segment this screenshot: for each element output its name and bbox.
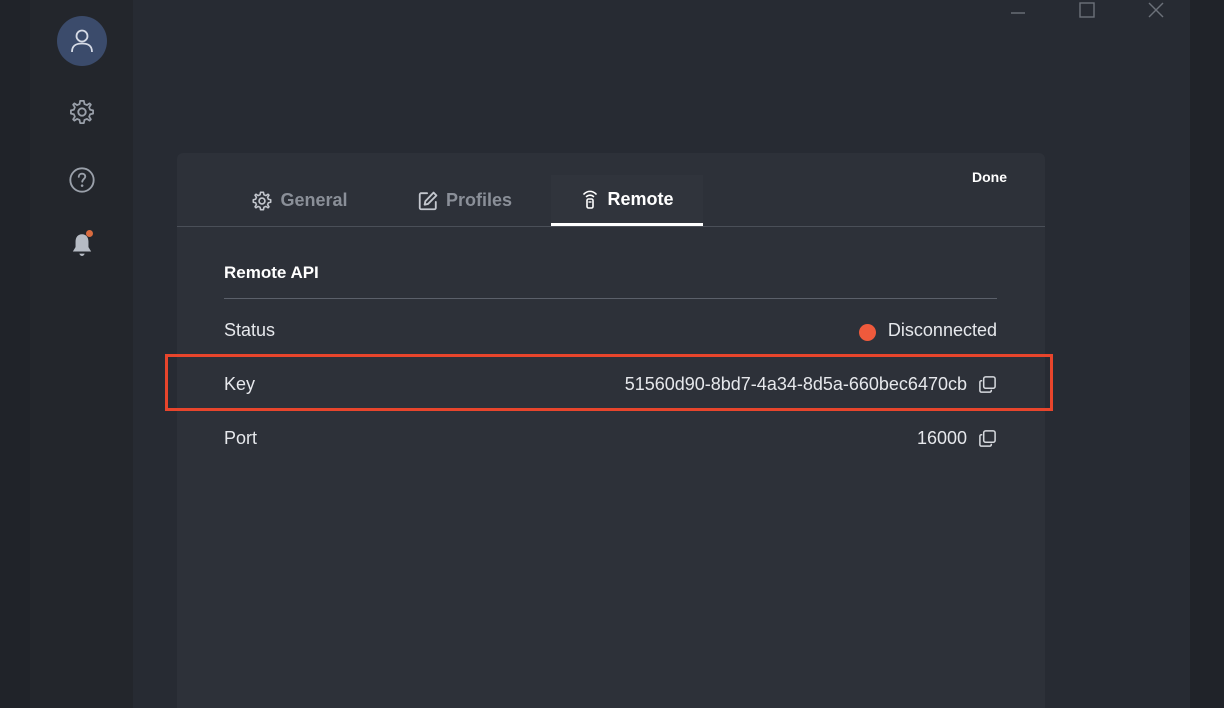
gear-icon <box>252 191 272 210</box>
maximize-icon <box>1079 2 1095 18</box>
status-row: Status Disconnected <box>224 315 997 345</box>
settings-button[interactable] <box>57 87 107 137</box>
copy-icon <box>978 375 996 393</box>
port-label: Port <box>224 427 258 448</box>
tab-general-label: General <box>280 190 348 210</box>
status-label: Status <box>224 319 276 340</box>
minimize-icon <box>1011 12 1025 14</box>
close-window-button[interactable] <box>1136 0 1176 20</box>
section-title: Remote API <box>224 263 319 282</box>
key-row: Key 51560d90-8bd7-4a34-8d5a-660bec6470cb <box>224 369 997 399</box>
tab-profiles[interactable]: Profiles <box>402 175 527 226</box>
settings-dialog: Done General Profiles Remote Remote API … <box>177 153 1045 708</box>
port-row: Port 16000 <box>224 423 997 453</box>
section-divider <box>224 298 997 299</box>
avatar-button[interactable] <box>57 16 107 66</box>
app-window: Done General Profiles Remote Remote API … <box>0 0 1224 708</box>
key-label: Key <box>224 373 256 394</box>
copy-port-button[interactable] <box>977 428 997 448</box>
tab-remote-label: Remote <box>607 188 674 209</box>
copy-key-button[interactable] <box>977 374 997 394</box>
settings-tabs: General Profiles Remote <box>177 175 1045 227</box>
edit-icon <box>418 191 438 210</box>
help-button[interactable] <box>57 155 107 205</box>
status-indicator-icon <box>858 323 876 341</box>
key-value-group: 51560d90-8bd7-4a34-8d5a-660bec6470cb <box>625 374 997 395</box>
copy-icon <box>978 429 996 447</box>
close-icon <box>1148 2 1164 18</box>
tab-remote[interactable]: Remote <box>551 175 703 226</box>
gear-icon <box>70 100 94 124</box>
status-value: Disconnected <box>887 319 997 340</box>
port-value: 16000 <box>916 427 967 448</box>
notifications-button[interactable] <box>57 220 107 270</box>
status-value-group: Disconnected <box>858 319 997 341</box>
tab-general[interactable]: General <box>237 175 362 226</box>
minimize-button[interactable] <box>998 0 1038 20</box>
tab-profiles-label: Profiles <box>445 190 513 210</box>
maximize-button[interactable] <box>1067 0 1107 20</box>
key-value: 51560d90-8bd7-4a34-8d5a-660bec6470cb <box>624 373 967 394</box>
help-icon <box>69 167 95 193</box>
user-icon <box>71 29 93 53</box>
remote-icon <box>583 190 598 209</box>
notification-badge <box>86 230 93 237</box>
port-value-group: 16000 <box>917 428 997 449</box>
